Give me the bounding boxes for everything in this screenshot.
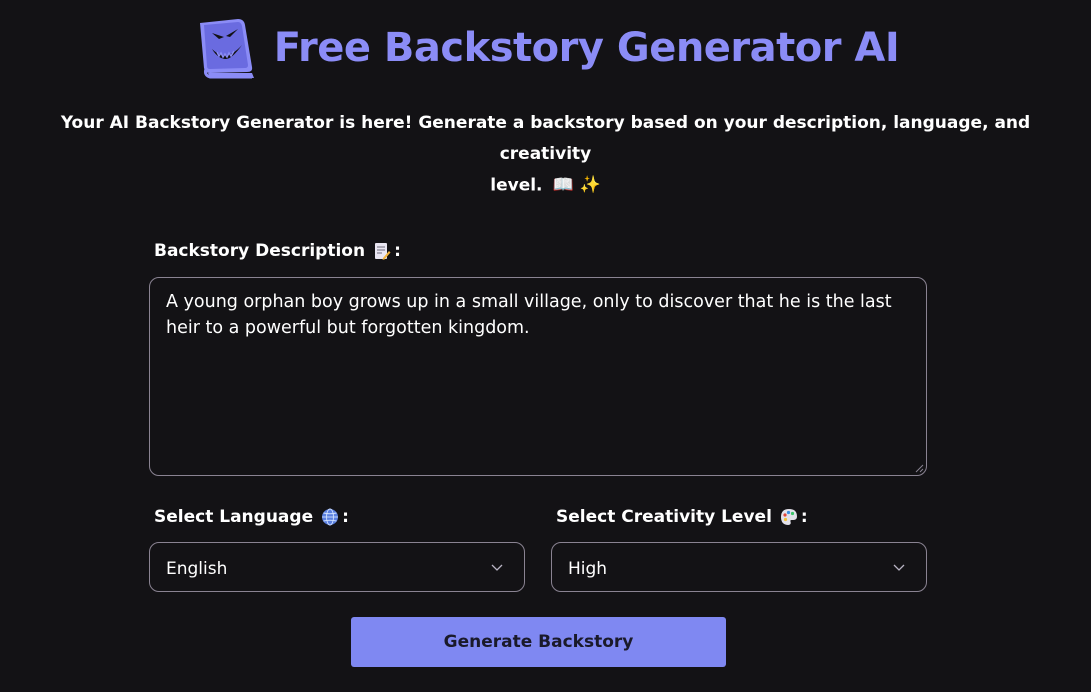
description-label-text: Backstory Description	[154, 241, 366, 261]
language-label-text: Select Language	[154, 507, 314, 527]
creativity-label-colon: :	[800, 507, 808, 527]
page-subtitle: Your AI Backstory Generator is here! Gen…	[30, 108, 1061, 202]
palette-icon	[780, 509, 797, 525]
description-textarea[interactable]: A young orphan boy grows up in a small v…	[149, 277, 927, 476]
monster-book-icon	[199, 19, 254, 79]
subtitle-line-2: level. 📖 ✨	[30, 170, 1061, 202]
chevron-down-icon	[893, 564, 905, 571]
creativity-label-text: Select Creativity Level	[556, 507, 772, 527]
creativity-select[interactable]: High	[551, 542, 927, 592]
globe-icon	[322, 508, 339, 526]
page-header: Free Backstory Generator AI	[0, 14, 1091, 86]
description-label-colon: :	[394, 241, 401, 261]
resize-grip-icon[interactable]	[914, 463, 924, 473]
subtitle-line-2-text: level.	[490, 175, 543, 196]
creativity-label: Select Creativity Level :	[556, 507, 808, 527]
description-field-wrapper: A young orphan boy grows up in a small v…	[149, 277, 927, 476]
chevron-down-icon	[491, 564, 503, 571]
memo-icon	[375, 243, 391, 260]
language-label-colon: :	[342, 507, 349, 527]
creativity-selected-value: High	[568, 559, 608, 579]
language-label: Select Language :	[154, 507, 349, 527]
page-title: Free Backstory Generator AI	[273, 25, 900, 71]
language-select[interactable]: English	[149, 542, 525, 592]
language-selected-value: English	[166, 559, 228, 579]
generate-backstory-button[interactable]: Generate Backstory	[351, 617, 726, 667]
subtitle-line-1: Your AI Backstory Generator is here! Gen…	[60, 113, 1031, 164]
description-label: Backstory Description :	[154, 241, 401, 261]
book-sparkles-emoji: 📖 ✨	[552, 175, 601, 195]
